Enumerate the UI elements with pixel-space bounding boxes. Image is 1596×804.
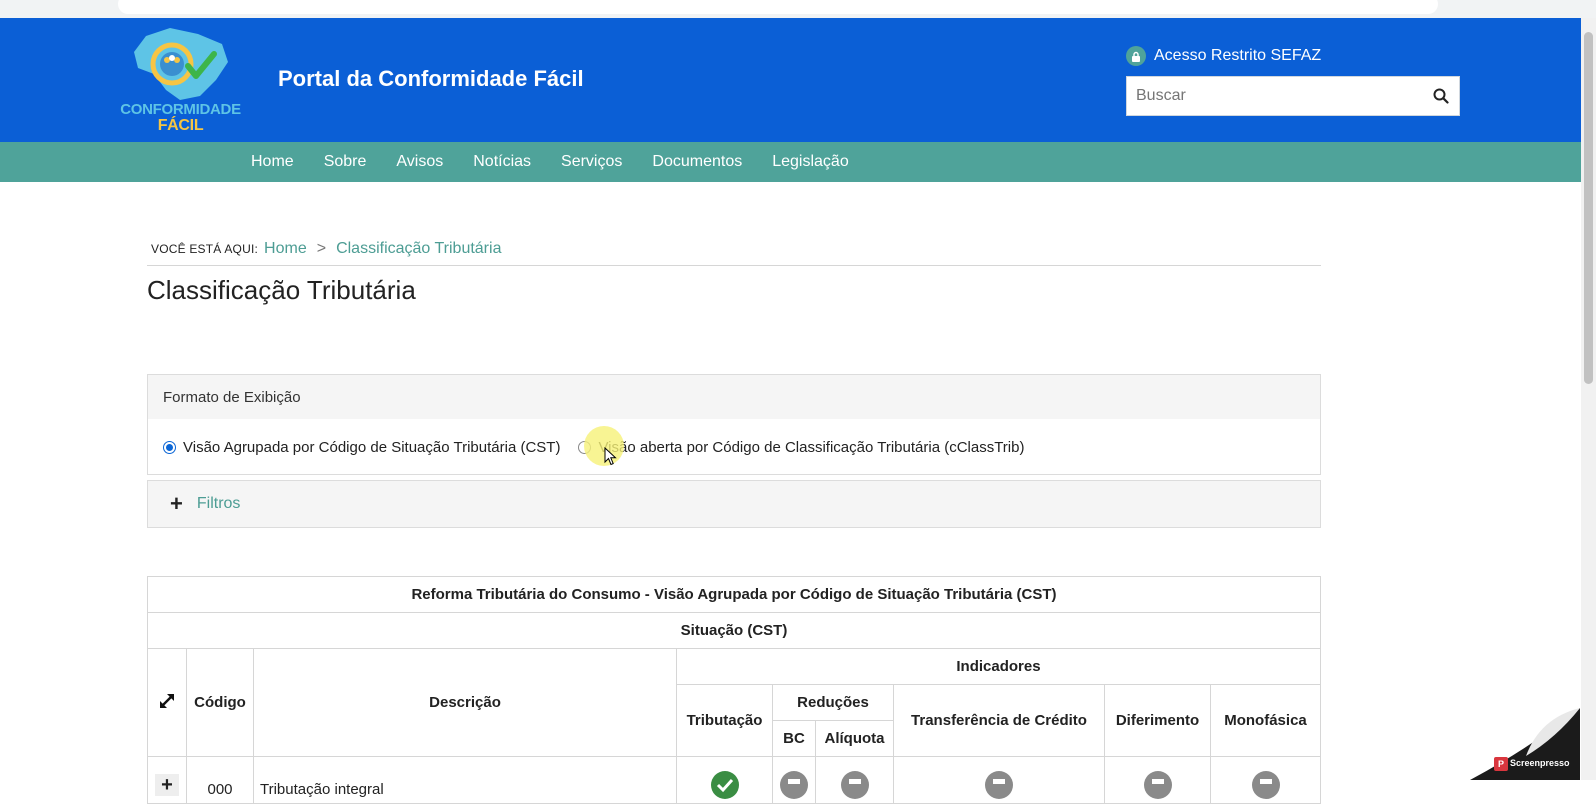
restricted-access-label: Acesso Restrito SEFAZ xyxy=(1154,47,1322,64)
row-codigo: 000 xyxy=(186,756,254,804)
expand-all-cell xyxy=(147,648,187,757)
nav-sobre[interactable]: Sobre xyxy=(324,153,367,171)
col-codigo: Código xyxy=(186,648,254,757)
radio-grouped-label[interactable]: Visão Agrupada por Código de Situação Tr… xyxy=(183,439,560,456)
row-transferencia xyxy=(893,756,1105,804)
breadcrumb-prefix: VOCÊ ESTÁ AQUI: xyxy=(151,242,259,256)
nav-home[interactable]: Home xyxy=(251,153,294,171)
brazil-map-icon xyxy=(134,28,228,100)
lock-icon xyxy=(1126,46,1146,66)
breadcrumb-separator: > xyxy=(316,240,327,257)
row-monofasica xyxy=(1210,756,1321,804)
row-aliquota xyxy=(815,756,894,804)
expand-arrows-icon[interactable] xyxy=(157,691,177,711)
row-diferimento xyxy=(1104,756,1211,804)
minus-circle-icon xyxy=(1251,771,1280,799)
logo-text: CONFORMIDADE FÁCIL xyxy=(118,102,243,134)
site-logo[interactable]: CONFORMIDADE FÁCIL xyxy=(118,26,243,138)
logo-line1: CONFORMIDADE xyxy=(120,101,241,118)
col-reducoes: Reduções xyxy=(772,684,894,721)
minus-circle-icon xyxy=(985,771,1013,799)
main-nav: Home Sobre Avisos Notícias Serviços Docu… xyxy=(0,142,1581,182)
search-box xyxy=(1126,76,1460,116)
page-curl-watermark xyxy=(1470,708,1580,780)
nav-servicos[interactable]: Serviços xyxy=(561,153,622,171)
row-tributacao xyxy=(676,756,773,804)
minus-circle-icon xyxy=(840,771,869,799)
format-options: Visão Agrupada por Código de Situação Tr… xyxy=(148,419,1320,475)
nav-documentos[interactable]: Documentos xyxy=(652,153,742,171)
format-panel: Formato de Exibição Visão Agrupada por C… xyxy=(147,374,1321,475)
logo-line2: FÁCIL xyxy=(157,117,204,134)
page-scrollbar[interactable] xyxy=(1581,18,1596,780)
cst-table: Reforma Tributária do Consumo - Visão Ag… xyxy=(147,576,1321,804)
restricted-access-link[interactable]: Acesso Restrito SEFAZ xyxy=(1126,46,1321,66)
col-tributacao: Tributação xyxy=(676,684,773,757)
site-header: CONFORMIDADE FÁCIL Portal da Conformidad… xyxy=(0,18,1581,142)
row-expand-cell: + xyxy=(147,756,187,804)
watermark-text: Screenpresso xyxy=(1510,758,1570,768)
search-icon[interactable] xyxy=(1423,88,1459,104)
col-transferencia: Transferência de Crédito xyxy=(893,684,1105,757)
nav-avisos[interactable]: Avisos xyxy=(396,153,443,171)
col-diferimento: Diferimento xyxy=(1104,684,1211,757)
radio-grouped[interactable] xyxy=(163,440,176,454)
check-circle-icon xyxy=(710,771,739,799)
col-indicadores: Indicadores xyxy=(676,648,1321,685)
col-monofasica: Monofásica xyxy=(1210,684,1321,757)
scrollbar-thumb[interactable] xyxy=(1584,32,1593,384)
row-bc xyxy=(772,756,816,804)
col-aliquota: Alíquota xyxy=(815,720,894,757)
table-row: + 000 Tributação integral xyxy=(147,756,1321,804)
portal-title[interactable]: Portal da Conformidade Fácil xyxy=(278,66,584,92)
breadcrumb-current[interactable]: Classificação Tributária xyxy=(336,240,501,258)
filters-panel[interactable]: + Filtros xyxy=(147,480,1321,528)
col-bc: BC xyxy=(772,720,816,757)
breadcrumb-home[interactable]: Home xyxy=(264,240,307,258)
search-input[interactable] xyxy=(1127,77,1423,115)
breadcrumb-divider xyxy=(147,265,1321,266)
nav-noticias[interactable]: Notícias xyxy=(473,153,531,171)
filters-label[interactable]: Filtros xyxy=(197,495,241,513)
plus-icon[interactable]: + xyxy=(170,493,183,515)
format-heading: Formato de Exibição xyxy=(148,375,1320,419)
browser-chrome xyxy=(0,0,1596,18)
page-title: Classificação Tributária xyxy=(147,275,416,305)
table-title: Reforma Tributária do Consumo - Visão Ag… xyxy=(147,576,1321,613)
minus-circle-icon xyxy=(1143,771,1172,799)
screenpresso-logo-icon: P xyxy=(1494,757,1508,771)
row-descricao: Tributação integral xyxy=(253,756,677,804)
row-expand-plus-icon[interactable]: + xyxy=(155,774,179,796)
table-situacao: Situação (CST) xyxy=(147,612,1321,649)
breadcrumb: VOCÊ ESTÁ AQUI: Home > Classificação Tri… xyxy=(151,240,501,258)
radio-open-label[interactable]: Visão aberta por Código de Classificação… xyxy=(598,439,1024,456)
nav-legislacao[interactable]: Legislação xyxy=(772,153,849,171)
address-bar[interactable] xyxy=(118,0,1438,14)
minus-circle-icon xyxy=(780,771,808,799)
mouse-pointer-icon xyxy=(604,447,617,466)
col-descricao: Descrição xyxy=(253,648,677,757)
